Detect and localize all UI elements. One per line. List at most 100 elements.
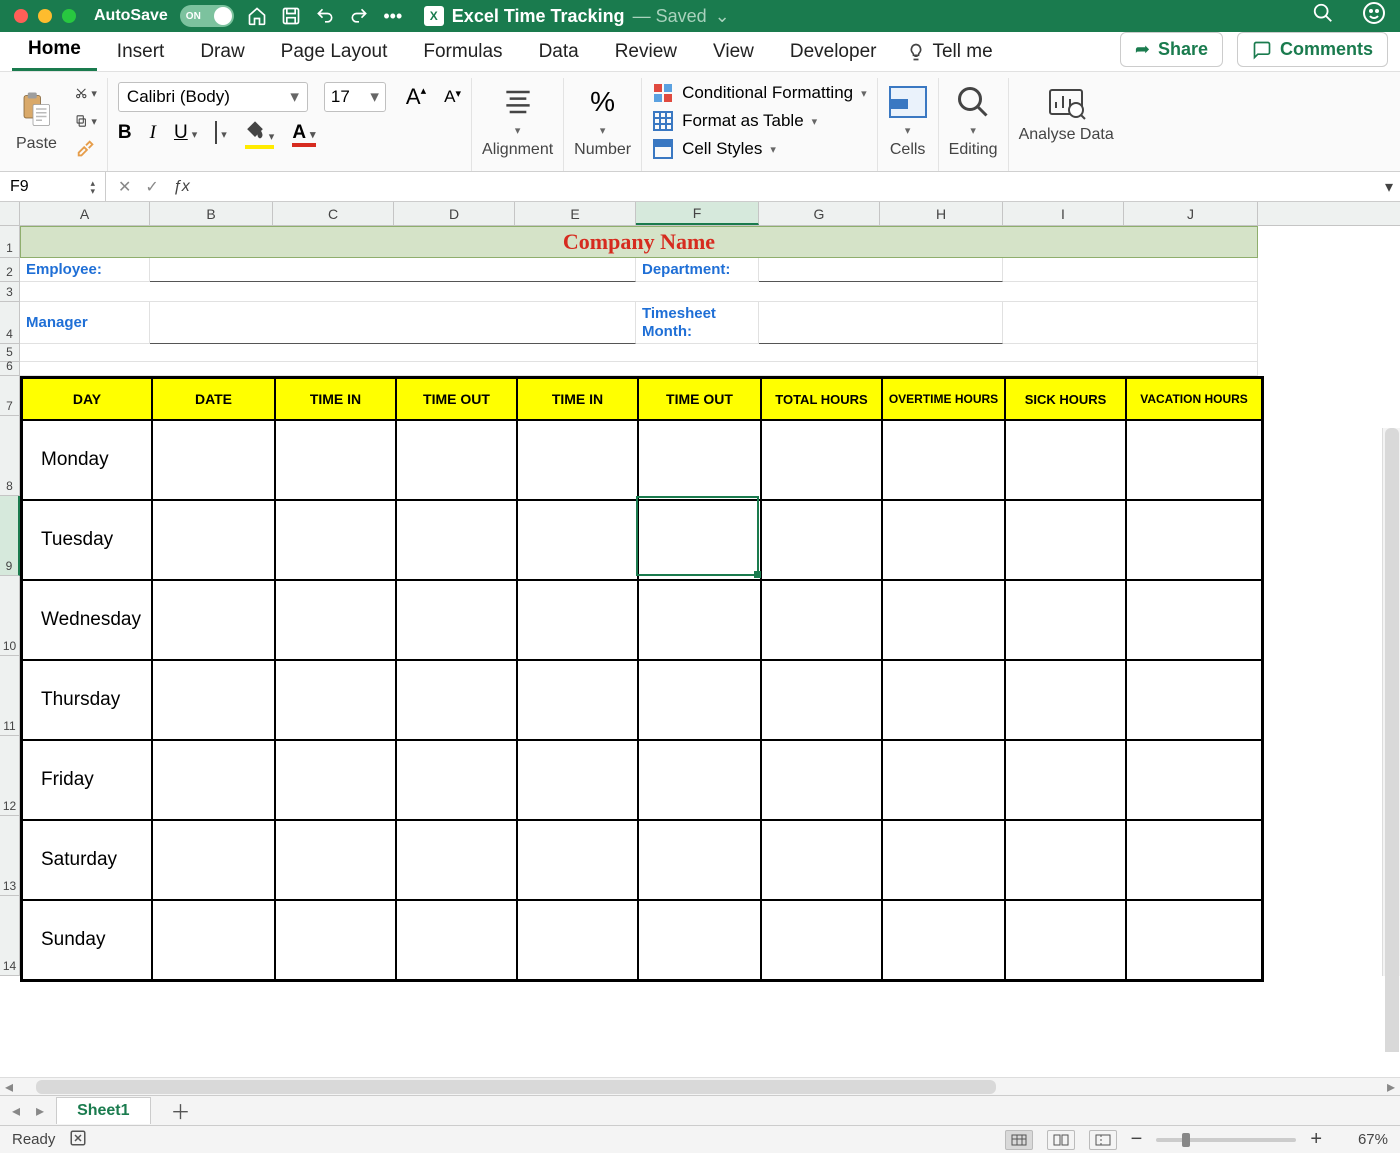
chevron-down-icon[interactable]: ⌄ [715, 6, 730, 27]
cell[interactable] [397, 659, 518, 739]
analyse-data-button[interactable] [1046, 82, 1086, 122]
cell[interactable] [518, 579, 639, 659]
scroll-left-icon[interactable]: ◂ [0, 1077, 18, 1097]
cell[interactable] [153, 419, 276, 499]
cell[interactable] [397, 499, 518, 579]
row-header-8[interactable]: 8 [0, 416, 20, 496]
document-title[interactable]: X Excel Time Tracking — Saved ⌄ [424, 6, 730, 27]
cells-button[interactable]: ▾ [888, 82, 928, 137]
cell[interactable] [276, 579, 397, 659]
name-box-stepper[interactable]: ▴▾ [90, 179, 95, 195]
fill-color-button[interactable] [245, 120, 275, 146]
cell[interactable] [1127, 419, 1261, 499]
row-header-12[interactable]: 12 [0, 736, 20, 816]
col-header-d[interactable]: D [394, 202, 515, 225]
department-label[interactable]: Department: [636, 258, 759, 282]
cell[interactable] [1127, 579, 1261, 659]
cell[interactable] [639, 899, 762, 979]
cell[interactable] [397, 899, 518, 979]
minimize-window-icon[interactable] [38, 9, 52, 23]
blank-cell[interactable] [1003, 258, 1258, 282]
account-icon[interactable] [1362, 1, 1386, 31]
cut-icon[interactable] [75, 82, 97, 104]
cell[interactable] [1127, 499, 1261, 579]
paste-button[interactable]: Paste [16, 89, 57, 153]
cell[interactable] [397, 739, 518, 819]
comments-button[interactable]: Comments [1237, 32, 1388, 67]
save-icon[interactable] [280, 5, 302, 27]
col-header-j[interactable]: J [1124, 202, 1258, 225]
cell[interactable] [639, 659, 762, 739]
row-header-2[interactable]: 2 [0, 258, 20, 282]
cell[interactable] [1006, 659, 1127, 739]
cell[interactable] [518, 419, 639, 499]
zoom-slider[interactable] [1156, 1138, 1296, 1142]
employee-input[interactable] [150, 258, 636, 282]
decrease-font-icon[interactable]: A▾ [444, 87, 461, 107]
th-timein2[interactable]: TIME IN [518, 379, 639, 419]
th-timeout2[interactable]: TIME OUT [639, 379, 762, 419]
vertical-scrollbar[interactable] [1382, 428, 1400, 976]
cell[interactable] [153, 899, 276, 979]
department-input[interactable] [759, 258, 1003, 282]
view-page-layout-button[interactable] [1047, 1130, 1075, 1150]
cell[interactable] [397, 579, 518, 659]
cell[interactable] [518, 899, 639, 979]
zoom-percent[interactable]: 67% [1336, 1131, 1388, 1148]
cell[interactable] [276, 899, 397, 979]
cell[interactable] [883, 499, 1006, 579]
font-color-button[interactable]: A [292, 122, 315, 144]
borders-button[interactable] [215, 122, 227, 144]
th-day[interactable]: DAY [23, 379, 153, 419]
th-sick[interactable]: SICK HOURS [1006, 379, 1127, 419]
row-header-7[interactable]: 7 [0, 376, 20, 416]
cell[interactable] [883, 819, 1006, 899]
cell-styles-button[interactable]: Cell Styles▾ [652, 138, 776, 160]
cell[interactable] [518, 819, 639, 899]
bold-button[interactable]: B [118, 122, 132, 144]
close-window-icon[interactable] [14, 9, 28, 23]
cell[interactable] [762, 579, 883, 659]
editing-button[interactable]: ▾ [953, 82, 993, 137]
cell[interactable] [276, 739, 397, 819]
spreadsheet-grid[interactable]: A B C D E F G H I J 1 2 3 4 5 6 7 8 9 10… [0, 202, 1400, 1052]
company-name-cell[interactable]: Company Name [20, 226, 1258, 258]
cell[interactable] [762, 499, 883, 579]
cell[interactable] [639, 579, 762, 659]
cell[interactable] [276, 499, 397, 579]
share-button[interactable]: ➦ Share [1120, 32, 1223, 67]
cell[interactable] [639, 739, 762, 819]
cell[interactable] [153, 499, 276, 579]
th-vacation[interactable]: VACATION HOURS [1127, 379, 1261, 419]
underline-button[interactable]: U [174, 122, 197, 144]
cell[interactable] [1006, 819, 1127, 899]
day-sun[interactable]: Sunday [23, 899, 153, 979]
format-painter-icon[interactable] [75, 138, 97, 160]
zoom-in-button[interactable]: + [1310, 1128, 1322, 1151]
undo-icon[interactable] [314, 5, 336, 27]
more-icon[interactable]: ••• [382, 5, 404, 27]
manager-input[interactable] [150, 302, 636, 344]
autosave-toggle[interactable]: ON [180, 5, 234, 27]
home-icon[interactable] [246, 5, 268, 27]
tab-formulas[interactable]: Formulas [407, 35, 518, 71]
sheet-cells[interactable]: Company Name Employee: Department: Manag… [20, 226, 1258, 976]
maximize-window-icon[interactable] [62, 9, 76, 23]
cell[interactable] [518, 499, 639, 579]
cell[interactable] [762, 819, 883, 899]
tab-home[interactable]: Home [12, 32, 97, 71]
blank-row[interactable] [20, 362, 1258, 376]
tab-page-layout[interactable]: Page Layout [265, 35, 404, 71]
col-header-f[interactable]: F [636, 202, 759, 225]
cell[interactable] [1127, 899, 1261, 979]
col-header-i[interactable]: I [1003, 202, 1124, 225]
horizontal-scrollbar[interactable]: ◂ ▸ [0, 1077, 1400, 1095]
copy-icon[interactable] [75, 110, 97, 132]
cell[interactable] [153, 579, 276, 659]
sheet-tab-1[interactable]: Sheet1 [56, 1097, 150, 1124]
th-date[interactable]: DATE [153, 379, 276, 419]
cancel-formula-icon[interactable]: ✕ [118, 177, 131, 197]
day-mon[interactable]: Monday [23, 419, 153, 499]
tell-me[interactable]: Tell me [896, 35, 1002, 71]
cell[interactable] [639, 499, 762, 579]
